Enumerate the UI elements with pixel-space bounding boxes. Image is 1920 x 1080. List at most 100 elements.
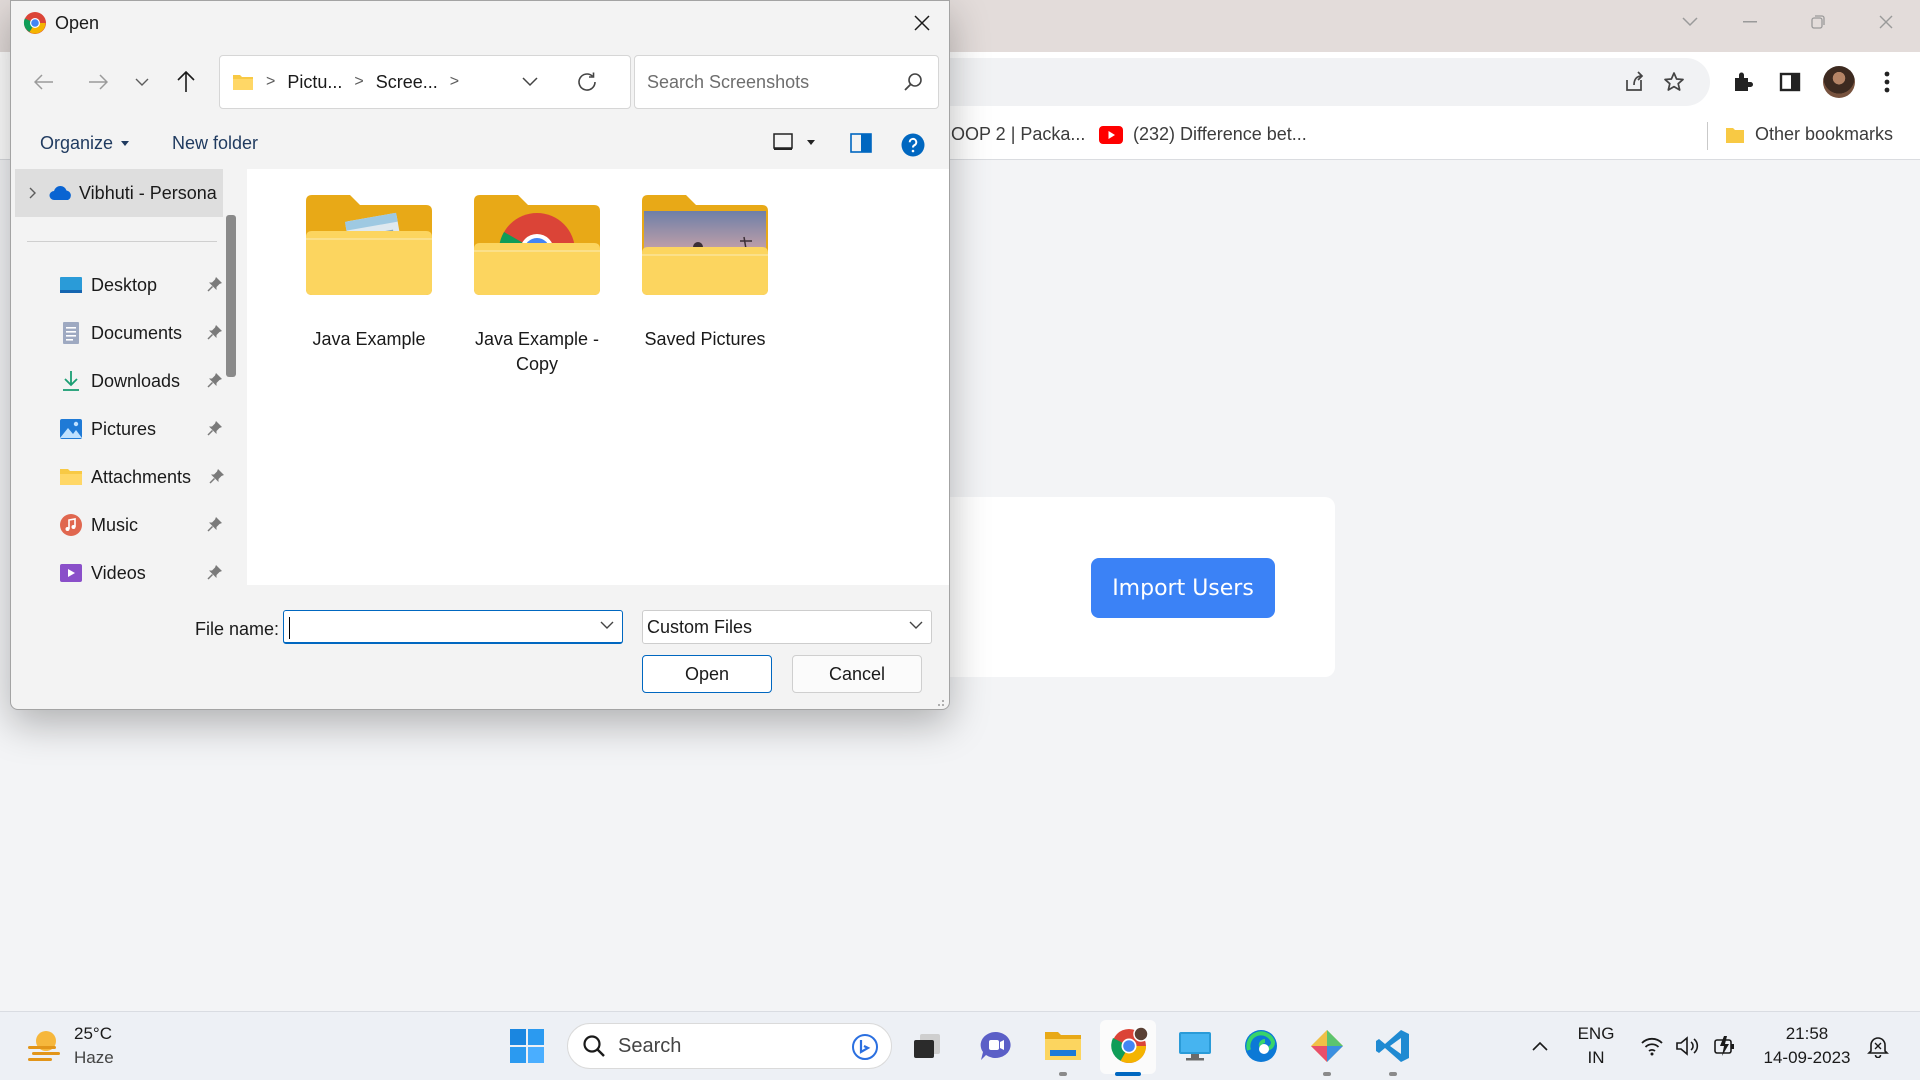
folder-saved-pictures[interactable]: Saved Pictures <box>625 191 785 352</box>
file-list: Java Example Java Example - Copy Saved P… <box>247 169 949 585</box>
extensions-icon[interactable] <box>1729 68 1757 96</box>
help-icon[interactable] <box>901 133 925 157</box>
profile-avatar[interactable] <box>1823 66 1855 98</box>
search-screenshots[interactable] <box>634 55 939 109</box>
bookmark-label: Other bookmarks <box>1755 124 1894 144</box>
notifications-icon[interactable] <box>1856 1024 1900 1068</box>
address-bar[interactable] <box>940 58 1710 106</box>
bookmark-other[interactable]: Other bookmarks <box>1725 124 1893 145</box>
nav-item-desktop[interactable]: Desktop <box>59 270 229 300</box>
file-type-select[interactable]: Custom Files <box>642 610 932 644</box>
chevron-down-icon[interactable] <box>600 621 614 630</box>
preview-pane-icon[interactable] <box>850 133 872 153</box>
breadcrumb-pictures[interactable]: Pictu... <box>287 72 342 93</box>
refresh-icon[interactable] <box>576 71 598 93</box>
new-folder-button[interactable]: New folder <box>172 133 258 154</box>
nav-item-documents[interactable]: Documents <box>59 318 229 348</box>
pin-icon <box>207 420 223 436</box>
restore-icon[interactable] <box>1784 0 1852 44</box>
nav-item-downloads[interactable]: Downloads <box>59 366 229 396</box>
nav-divider <box>27 241 217 242</box>
dialog-navigation-bar: > Pictu... > Scree... > <box>11 45 949 119</box>
vscode-icon[interactable] <box>1371 1024 1415 1068</box>
breadcrumb-separator: > <box>449 73 460 90</box>
minimize-icon[interactable] <box>1716 0 1784 44</box>
up-arrow-icon[interactable] <box>171 67 201 97</box>
dialog-close-icon[interactable] <box>907 9 937 37</box>
breadcrumb-screenshots[interactable]: Scree... <box>376 72 438 93</box>
bookmark-label: OOP 2 | Packa... <box>951 124 1086 144</box>
file-explorer-icon[interactable] <box>1041 1024 1085 1068</box>
windows-start-icon[interactable] <box>505 1024 549 1068</box>
show-hidden-icons-chevron[interactable] <box>1518 1024 1562 1068</box>
address-breadcrumb[interactable]: > Pictu... > Scree... > <box>219 55 631 109</box>
system-clock[interactable]: 21:58 14-09-2023 <box>1756 1022 1858 1070</box>
nav-item-onedrive[interactable]: Vibhuti - Persona <box>15 169 223 217</box>
pin-icon <box>207 276 223 292</box>
address-dropdown-chevron-icon[interactable] <box>522 77 538 87</box>
bing-chat-icon[interactable] <box>851 1033 879 1061</box>
close-icon[interactable] <box>1852 0 1920 44</box>
input-language[interactable]: ENG IN <box>1574 1022 1618 1070</box>
import-card: Import Users <box>940 497 1335 677</box>
nav-item-videos[interactable]: Videos <box>59 558 229 585</box>
bookmark-star-icon[interactable] <box>1662 70 1686 94</box>
share-icon[interactable] <box>1622 70 1646 94</box>
bookmark-oop[interactable]: OOP 2 | Packa... <box>951 124 1085 145</box>
snipping-tool-icon[interactable] <box>1305 1024 1349 1068</box>
organize-menu[interactable]: Organize <box>40 133 130 154</box>
import-users-button[interactable]: Import Users <box>1091 558 1275 618</box>
file-name-input[interactable] <box>288 615 578 639</box>
side-panel-icon[interactable] <box>1776 68 1804 96</box>
recent-locations-chevron-icon[interactable] <box>127 67 157 97</box>
cancel-button[interactable]: Cancel <box>792 655 922 693</box>
nav-item-label: Desktop <box>91 274 158 295</box>
folder-java-example-copy[interactable]: Java Example - Copy <box>457 191 617 377</box>
caret-down-icon <box>121 141 130 146</box>
task-view-icon[interactable] <box>905 1024 949 1068</box>
pictures-icon <box>59 417 83 441</box>
forward-arrow-icon[interactable] <box>83 67 113 97</box>
weather-text: 25°C Haze <box>74 1022 114 1070</box>
desktop-icon <box>59 273 83 297</box>
region-code: IN <box>1587 1048 1605 1067</box>
active-indicator <box>1115 1072 1141 1076</box>
search-input[interactable] <box>645 70 885 94</box>
dialog-footer: File name: Custom Files Open Cancel <box>11 585 949 711</box>
bookmark-youtube[interactable]: (232) Difference bet... <box>1099 124 1307 145</box>
weather-temp: 25°C <box>74 1024 112 1043</box>
nav-item-music[interactable]: Music <box>59 510 229 540</box>
teams-chat-icon[interactable] <box>974 1024 1018 1068</box>
music-icon <box>59 513 83 537</box>
nav-item-attachments[interactable]: Attachments <box>59 462 229 492</box>
dialog-body: Vibhuti - Persona Desktop Documents Down… <box>11 169 949 585</box>
view-options-button[interactable] <box>773 133 815 151</box>
view-layout-icon <box>773 133 793 151</box>
file-name-combobox[interactable] <box>283 610 623 644</box>
breadcrumb-separator: > <box>266 73 276 90</box>
battery-charging-icon[interactable] <box>1703 1024 1747 1068</box>
edge-browser-icon[interactable] <box>1239 1024 1283 1068</box>
remote-desktop-icon[interactable] <box>1173 1024 1217 1068</box>
taskbar-search[interactable]: Search <box>567 1023 892 1069</box>
back-arrow-icon[interactable] <box>29 67 59 97</box>
weather-condition: Haze <box>74 1048 114 1067</box>
downloads-icon <box>59 369 83 393</box>
nav-pane-scrollbar[interactable] <box>226 215 236 377</box>
dialog-titlebar: Open <box>11 1 949 45</box>
search-label: Search <box>618 1034 682 1057</box>
expand-chevron-icon[interactable] <box>29 187 37 199</box>
resize-grip-icon[interactable] <box>935 697 945 707</box>
pin-icon <box>207 372 223 388</box>
weather-widget[interactable]: 25°C Haze <box>26 1022 114 1070</box>
open-button[interactable]: Open <box>642 655 772 693</box>
pin-icon <box>207 516 223 532</box>
more-menu-icon[interactable] <box>1873 68 1901 96</box>
folder-java-example[interactable]: Java Example <box>289 191 449 352</box>
running-indicator <box>1059 1072 1067 1076</box>
chrome-taskbar-icon[interactable] <box>1107 1024 1151 1068</box>
nav-item-pictures[interactable]: Pictures <box>59 414 229 444</box>
window-controls <box>1664 0 1920 44</box>
file-name: Java Example <box>312 329 426 349</box>
tab-search-icon[interactable] <box>1664 0 1716 44</box>
